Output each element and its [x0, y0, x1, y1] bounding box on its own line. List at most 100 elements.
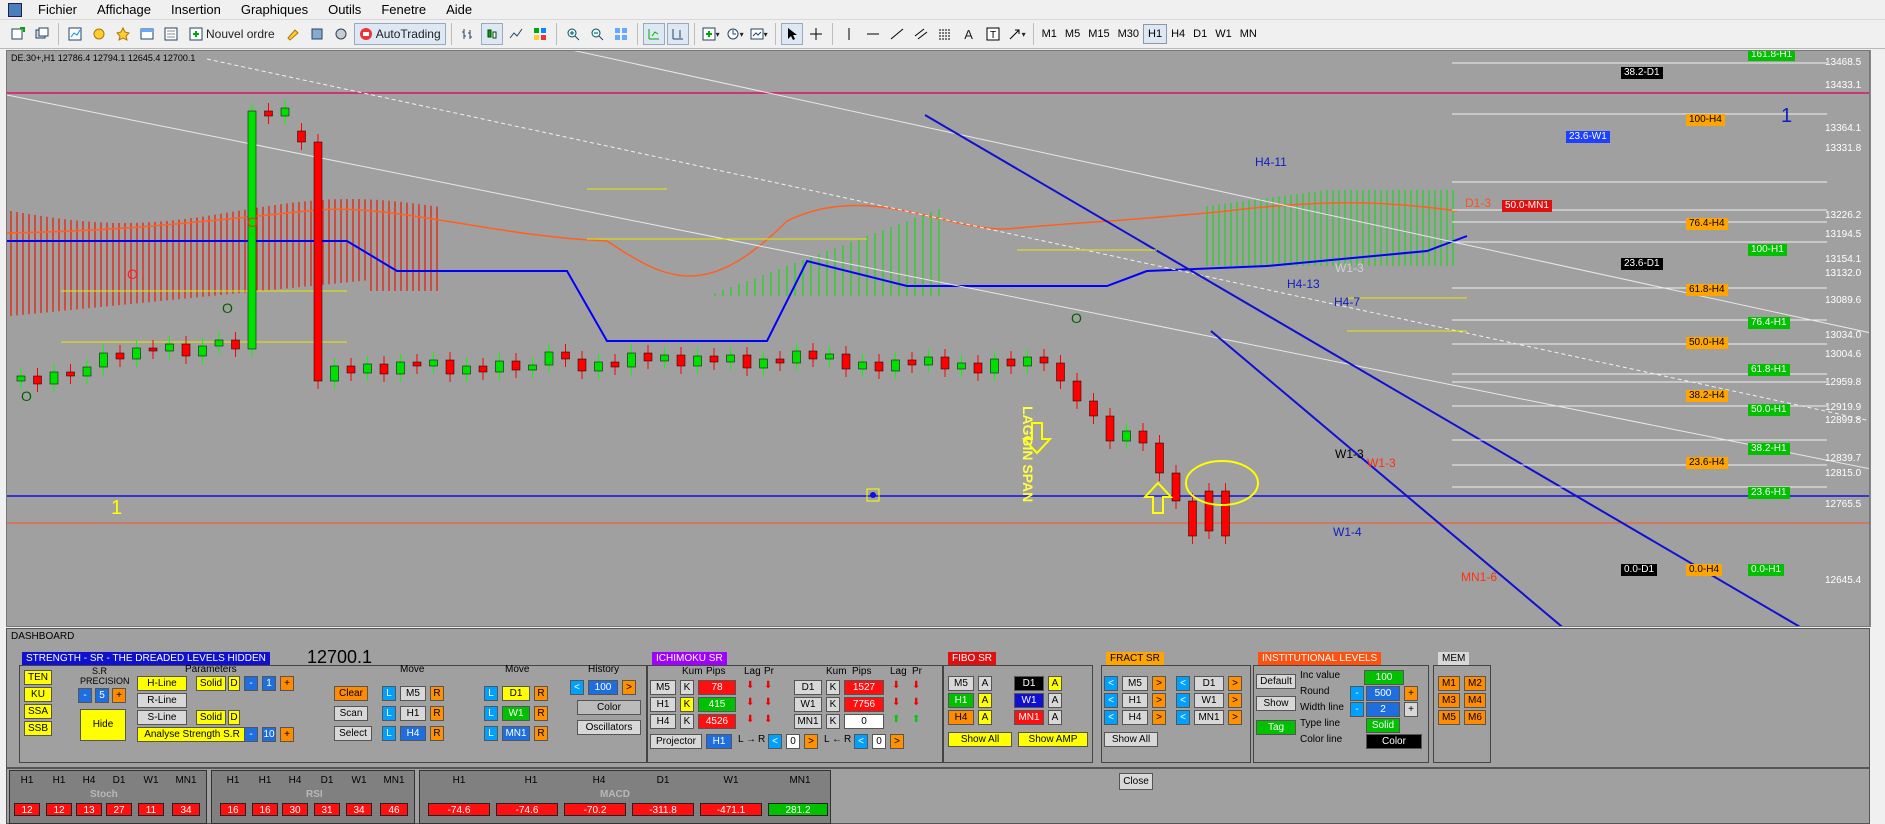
proj-right-inc[interactable]: >	[890, 734, 904, 749]
fract-m5-right[interactable]: >	[1152, 676, 1166, 691]
new-chart-icon[interactable]	[7, 23, 29, 45]
ichi-w1-k[interactable]: K	[826, 697, 840, 712]
clear-button[interactable]: Clear	[334, 686, 368, 701]
market-watch-icon[interactable]	[64, 23, 86, 45]
proj-right-dec[interactable]: <	[854, 734, 868, 749]
analyse-minus-button[interactable]: -	[244, 727, 258, 742]
autotrading-button[interactable]: AutoTrading	[353, 23, 446, 45]
metaeditor-icon[interactable]	[282, 23, 304, 45]
mn1-right-button[interactable]: R	[534, 726, 548, 741]
mem-m4[interactable]: M4	[1464, 693, 1486, 708]
ichi-h1-k[interactable]: K	[680, 697, 694, 712]
analyse-plus-button[interactable]: +	[280, 727, 294, 742]
s-line-button[interactable]: S-Line	[137, 710, 187, 725]
tester-icon[interactable]	[160, 23, 182, 45]
h4-left-button[interactable]: L	[382, 726, 396, 741]
text-label-icon[interactable]: T	[982, 23, 1004, 45]
ichi-mn1-button[interactable]: MN1	[794, 714, 822, 729]
h-minus-button[interactable]: -	[244, 676, 258, 691]
r-line-button[interactable]: R-Line	[137, 693, 187, 708]
tag-button[interactable]: Tag	[1256, 720, 1296, 735]
fract-h4-button[interactable]: H4	[1122, 710, 1148, 725]
precision-value[interactable]: 5	[95, 688, 109, 703]
ichi-mn1-k[interactable]: K	[826, 714, 840, 729]
fract-d1-left[interactable]: <	[1176, 676, 1190, 691]
hide-button[interactable]: Hide	[80, 709, 126, 741]
h1-right-button[interactable]: R	[430, 706, 444, 721]
fract-h1-button[interactable]: H1	[1122, 693, 1148, 708]
d1-button[interactable]: D1	[502, 686, 530, 701]
proj-left-value[interactable]: 0	[786, 734, 800, 749]
oscillators-button[interactable]: Oscillators	[577, 720, 641, 735]
menu-insertion[interactable]: Insertion	[161, 2, 231, 17]
fract-show-all-button[interactable]: Show All	[1104, 732, 1158, 747]
close-button[interactable]: Close	[1119, 773, 1153, 790]
indicators-icon[interactable]: ▾	[700, 23, 722, 45]
mem-m3[interactable]: M3	[1438, 693, 1460, 708]
fibo-m5-button[interactable]: M5	[948, 676, 974, 691]
vertical-line-icon[interactable]	[838, 23, 860, 45]
fibo-d1-button[interactable]: D1	[1014, 676, 1044, 691]
text-icon[interactable]: A	[958, 23, 980, 45]
proj-right-value[interactable]: 0	[872, 734, 886, 749]
analyse-strength-button[interactable]: Analyse Strength S.R	[137, 727, 247, 742]
select-button[interactable]: Select	[334, 726, 372, 741]
fibo-w1-a[interactable]: A	[1048, 693, 1062, 708]
vps-icon[interactable]	[330, 23, 352, 45]
fibo-h4-button[interactable]: H4	[948, 710, 974, 725]
type-line-value[interactable]: Solid	[1366, 718, 1400, 733]
ichi-m5-k[interactable]: K	[680, 680, 694, 695]
mn1-left-button[interactable]: L	[484, 726, 498, 741]
h-plus-button[interactable]: +	[280, 676, 294, 691]
w1-button[interactable]: W1	[502, 706, 530, 721]
fibo-m5-a[interactable]: A	[978, 676, 992, 691]
ichi-h4-button[interactable]: H4	[650, 714, 676, 729]
fract-w1-button[interactable]: W1	[1194, 693, 1224, 708]
tile-windows-icon[interactable]	[610, 23, 632, 45]
m5-button[interactable]: M5	[400, 686, 426, 701]
h-value[interactable]: 1	[262, 676, 276, 691]
h-solid-button[interactable]: Solid	[196, 676, 226, 691]
fibo-show-all-button[interactable]: Show All	[948, 732, 1012, 747]
fibo-h4-a[interactable]: A	[978, 710, 992, 725]
menu-fenetre[interactable]: Fenetre	[371, 2, 436, 17]
analyse-value[interactable]: 10	[262, 727, 276, 742]
width-value[interactable]: 2	[1366, 702, 1400, 717]
ku-button[interactable]: KU	[24, 687, 52, 702]
fract-m5-button[interactable]: M5	[1122, 676, 1148, 691]
menu-aide[interactable]: Aide	[436, 2, 482, 17]
templates-icon[interactable]: ▾	[748, 23, 770, 45]
fract-h4-right[interactable]: >	[1152, 710, 1166, 725]
menu-graphiques[interactable]: Graphiques	[231, 2, 318, 17]
fract-mn1-button[interactable]: MN1	[1194, 710, 1224, 725]
m5-right-button[interactable]: R	[430, 686, 444, 701]
proj-left-dec[interactable]: <	[768, 734, 782, 749]
ichi-d1-k[interactable]: K	[826, 680, 840, 695]
tf-m30[interactable]: M30	[1114, 24, 1143, 44]
fibo-d1-a[interactable]: A	[1048, 676, 1062, 691]
round-plus[interactable]: +	[1404, 686, 1418, 701]
h-line-button[interactable]: H-Line	[137, 676, 187, 691]
periods-icon[interactable]: ▾	[724, 23, 746, 45]
arrows-icon[interactable]: ▾	[1006, 23, 1028, 45]
fract-mn1-left[interactable]: <	[1176, 710, 1190, 725]
fract-m5-left[interactable]: <	[1104, 676, 1118, 691]
h4-right-button[interactable]: R	[430, 726, 444, 741]
inst-show-button[interactable]: Show	[1256, 696, 1296, 711]
auto-scroll-icon[interactable]	[642, 23, 665, 45]
fibo-w1-button[interactable]: W1	[1014, 693, 1044, 708]
ssa-button[interactable]: SSA	[24, 704, 52, 719]
mem-m1[interactable]: M1	[1438, 676, 1460, 691]
mn1-button[interactable]: MN1	[502, 726, 530, 741]
zoom-in-icon[interactable]	[562, 23, 584, 45]
line-chart-icon[interactable]	[505, 23, 527, 45]
fract-d1-right[interactable]: >	[1228, 676, 1242, 691]
default-button[interactable]: Default	[1256, 674, 1296, 689]
menu-outils[interactable]: Outils	[318, 2, 371, 17]
history-value[interactable]: 100	[588, 680, 618, 695]
crosshair-icon[interactable]	[805, 23, 827, 45]
price-chart[interactable]: O O O O O DE.30+,H1 12786.4 12794.1 12645.4 …	[6, 50, 1870, 627]
ichi-d1-button[interactable]: D1	[794, 680, 822, 695]
fract-h1-right[interactable]: >	[1152, 693, 1166, 708]
h1-left-button[interactable]: L	[382, 706, 396, 721]
